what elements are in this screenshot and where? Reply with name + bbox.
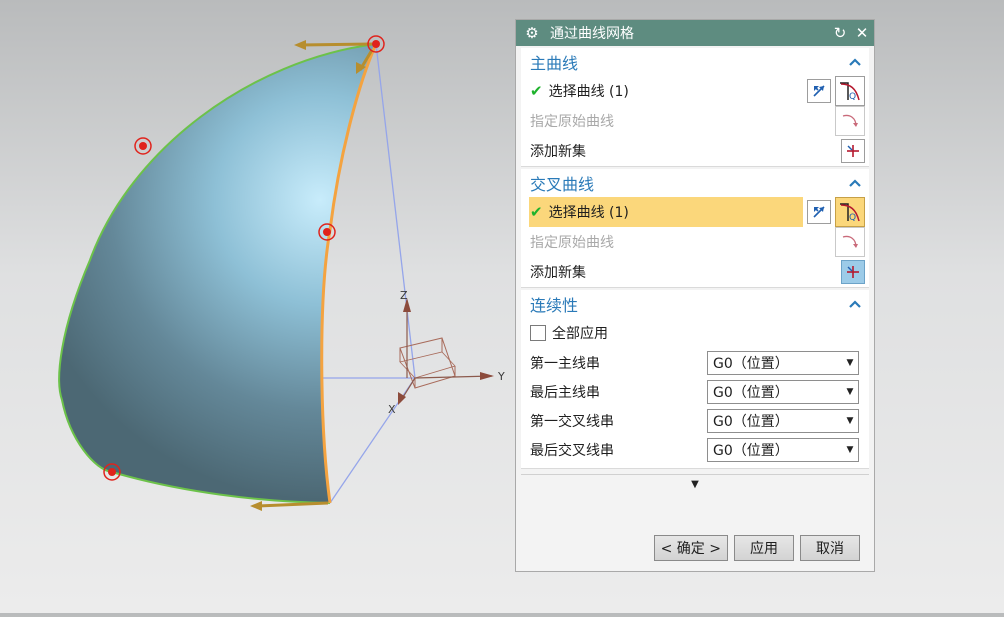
primary-curves-header[interactable]: 主曲线	[521, 48, 869, 76]
continuity-select-value: G0（位置）	[713, 355, 789, 372]
specify-origin-curve-button[interactable]	[835, 106, 865, 136]
cross-select-curve-row[interactable]: ✔ 选择曲线 (1) Q	[521, 197, 869, 227]
primary-specify-origin-label: 指定原始曲线	[530, 114, 614, 130]
graphics-viewport[interactable]: Z Y X	[0, 0, 510, 613]
cross-curves-section: 交叉曲线 ✔ 选择曲线 (1) Q 指定原始曲线 添加新集	[521, 169, 869, 288]
last-primary-string-row: 最后主线串 G0（位置） ▼	[521, 377, 869, 406]
control-point[interactable]	[134, 137, 152, 155]
specify-origin-curve-button[interactable]	[835, 227, 865, 257]
first-primary-string-row: 第一主线串 G0（位置） ▼	[521, 348, 869, 377]
primary-select-curve-label: 选择曲线 (1)	[548, 84, 629, 100]
continuity-row-label: 最后交叉线串	[530, 442, 614, 459]
through-curve-mesh-dialog: ⚙ 通过曲线网格 ↻ ✕ 主曲线 ✔ 选择曲线 (1) Q 指定原始曲线 添加新…	[515, 19, 875, 572]
continuity-select-value: G0（位置）	[713, 442, 789, 459]
dialog-buttons: < 确定 > 应用 取消	[516, 535, 874, 561]
apply-all-row[interactable]: 全部应用	[521, 318, 869, 348]
reverse-direction-button[interactable]	[807, 79, 831, 103]
primary-specify-origin-row[interactable]: 指定原始曲线	[521, 106, 869, 136]
primary-add-new-set-label: 添加新集	[530, 144, 586, 160]
direction-arrow-icon	[250, 501, 329, 511]
chevron-up-icon[interactable]	[845, 52, 865, 72]
curve-rule-icon: Q	[840, 203, 860, 223]
last-cross-string-row: 最后交叉线串 G0（位置） ▼	[521, 435, 869, 464]
dialog-title: 通过曲线网格	[550, 26, 634, 42]
svg-text:Q: Q	[849, 92, 856, 102]
continuity-select[interactable]: G0（位置） ▼	[707, 437, 859, 462]
continuity-select-value: G0（位置）	[713, 384, 789, 401]
chevron-up-icon[interactable]	[845, 294, 865, 314]
continuity-select[interactable]: G0（位置） ▼	[707, 408, 859, 433]
cross-curves-heading: 交叉曲线	[530, 175, 595, 194]
continuity-heading: 连续性	[530, 296, 579, 315]
primary-select-curve-row[interactable]: ✔ 选择曲线 (1) Q	[521, 76, 869, 106]
gear-icon[interactable]: ⚙	[524, 24, 540, 42]
y-axis-label: Y	[497, 370, 505, 383]
reverse-direction-icon	[813, 206, 825, 218]
close-icon[interactable]: ✕	[852, 23, 872, 43]
construction-line	[375, 43, 416, 379]
svg-text:Q: Q	[849, 213, 856, 223]
continuity-row-label: 第一交叉线串	[530, 413, 614, 430]
continuity-row-label: 最后主线串	[530, 384, 600, 401]
reset-icon[interactable]: ↻	[830, 23, 850, 43]
cross-curves-header[interactable]: 交叉曲线	[521, 169, 869, 197]
dropdown-arrow-icon: ▼	[846, 444, 854, 455]
continuity-row-label: 第一主线串	[530, 355, 600, 372]
dropdown-arrow-icon: ▼	[846, 386, 854, 397]
cancel-button[interactable]: 取消	[800, 535, 860, 561]
primary-add-new-set-row[interactable]: 添加新集	[521, 136, 869, 166]
origin-curve-icon	[842, 114, 858, 127]
more-options-toggle[interactable]: ▼	[521, 474, 869, 493]
reverse-direction-icon	[813, 85, 825, 97]
continuity-header[interactable]: 连续性	[521, 290, 869, 318]
expand-down-icon[interactable]: ▼	[691, 479, 699, 490]
first-cross-string-row: 第一交叉线串 G0（位置） ▼	[521, 406, 869, 435]
cross-add-new-set-label: 添加新集	[530, 265, 586, 281]
origin-curve-icon	[842, 235, 858, 248]
surface-model[interactable]: Z Y X	[0, 0, 510, 613]
curve-select-button[interactable]: Q	[835, 197, 865, 227]
dialog-titlebar[interactable]: ⚙ 通过曲线网格 ↻ ✕	[516, 20, 874, 46]
reverse-direction-button[interactable]	[807, 200, 831, 224]
curve-select-button[interactable]: Q	[835, 76, 865, 106]
x-axis-label: X	[388, 403, 396, 416]
chevron-up-icon[interactable]	[845, 173, 865, 193]
mesh-surface[interactable]	[59, 44, 376, 503]
cross-specify-origin-row[interactable]: 指定原始曲线	[521, 227, 869, 257]
check-icon: ✔	[530, 82, 543, 100]
dropdown-arrow-icon: ▼	[846, 415, 854, 426]
dropdown-arrow-icon: ▼	[846, 357, 854, 368]
continuity-select[interactable]: G0（位置） ▼	[707, 350, 859, 375]
z-axis-label: Z	[400, 289, 408, 302]
primary-add-new-set-button[interactable]	[841, 139, 865, 163]
cross-select-curve-label: 选择曲线 (1)	[548, 205, 629, 221]
add-set-icon	[847, 266, 859, 278]
cross-specify-origin-label: 指定原始曲线	[530, 235, 614, 251]
primary-curves-section: 主曲线 ✔ 选择曲线 (1) Q 指定原始曲线 添加新集	[521, 48, 869, 167]
apply-button[interactable]: 应用	[734, 535, 794, 561]
cross-add-new-set-button[interactable]	[841, 260, 865, 284]
apply-all-label: 全部应用	[552, 326, 608, 342]
continuity-section: 连续性 全部应用 第一主线串 G0（位置） ▼ 最后主线串 G0（位置） ▼ 第…	[521, 290, 869, 469]
cross-add-new-set-row[interactable]: 添加新集	[521, 257, 869, 287]
curve-rule-icon: Q	[840, 82, 860, 102]
check-icon: ✔	[530, 203, 543, 221]
apply-all-checkbox[interactable]	[530, 325, 546, 341]
continuity-select-value: G0（位置）	[713, 413, 789, 430]
primary-curves-heading: 主曲线	[530, 54, 579, 73]
continuity-select[interactable]: G0（位置） ▼	[707, 379, 859, 404]
add-set-icon	[847, 145, 859, 157]
ok-button[interactable]: < 确定 >	[653, 535, 728, 561]
